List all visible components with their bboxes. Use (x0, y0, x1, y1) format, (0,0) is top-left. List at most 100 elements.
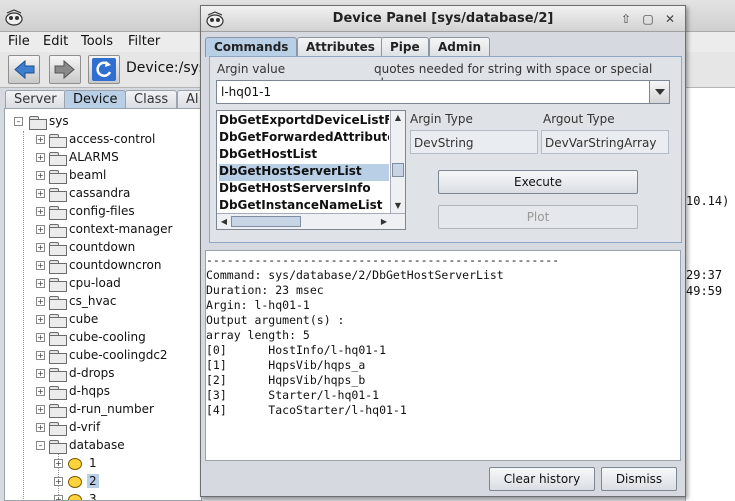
tree-node[interactable]: + context-manager (5, 221, 201, 239)
command-list[interactable]: DbGetExportdDeviceListFor DbGetForwarded… (216, 110, 406, 230)
folder-icon (49, 404, 67, 418)
argin-value-input[interactable]: l-hq01-1 (221, 85, 271, 99)
folder-icon (49, 242, 67, 256)
expand-icon[interactable]: + (36, 279, 45, 288)
tree-node[interactable]: + cube (5, 311, 201, 329)
vertical-scrollbar[interactable]: ▲ ▼ (390, 111, 405, 214)
tree-node[interactable]: + cube-cooling (5, 329, 201, 347)
expand-icon[interactable]: + (36, 369, 45, 378)
argin-value-combo[interactable]: l-hq01-1 (216, 80, 670, 104)
minimize-icon[interactable]: ⇧ (618, 11, 634, 27)
tree-device-node[interactable]: +3 (5, 491, 201, 500)
close-icon[interactable]: ✕ (662, 11, 678, 27)
expand-icon[interactable]: + (36, 189, 45, 198)
clear-history-button[interactable]: Clear history (489, 467, 595, 491)
argout-type-field: DevVarStringArray (541, 130, 669, 154)
expand-icon[interactable]: + (36, 153, 45, 162)
horizontal-scrollbar[interactable]: ◀ ▶ (217, 213, 405, 229)
forward-button[interactable] (49, 55, 81, 84)
expand-icon[interactable]: + (36, 261, 45, 270)
maximize-icon[interactable]: ▢ (640, 11, 656, 27)
folder-icon (49, 350, 67, 364)
collapse-icon[interactable]: – (36, 441, 45, 450)
tree-node[interactable]: + cassandra (5, 185, 201, 203)
expand-icon[interactable]: + (36, 315, 45, 324)
tab-class[interactable]: Class (125, 90, 178, 108)
list-item[interactable]: DbGetExportdDeviceListFor (219, 113, 389, 130)
execute-button[interactable]: Execute (438, 170, 638, 194)
list-item-selected[interactable]: DbGetHostServerList (219, 164, 389, 181)
output-separator: ----------------------------------------… (206, 253, 560, 267)
output-line: [4] TacoStarter/l-hq01-1 (206, 403, 407, 417)
plot-button[interactable]: Plot (438, 205, 638, 229)
expand-icon[interactable]: + (36, 243, 45, 252)
expand-icon[interactable]: + (54, 495, 63, 500)
expand-icon[interactable]: + (36, 387, 45, 396)
tree-device-node[interactable]: +2 (5, 473, 201, 491)
tree-node-sys[interactable]: – sys (5, 113, 201, 131)
tree-node[interactable]: + beaml (5, 167, 201, 185)
folder-icon (49, 440, 67, 454)
scroll-left-icon[interactable]: ◀ (217, 215, 231, 229)
tree-node[interactable]: + config-files (5, 203, 201, 221)
tree-node[interactable]: + d-vrif (5, 419, 201, 437)
tree-node[interactable]: + cube-coolingdc2 (5, 347, 201, 365)
tree-node[interactable]: + countdowncron (5, 257, 201, 275)
expand-icon[interactable]: + (54, 459, 63, 468)
expand-icon[interactable]: + (36, 135, 45, 144)
refresh-button[interactable] (88, 55, 120, 84)
collapse-icon[interactable]: – (14, 117, 23, 126)
device-path-label: Device:/sys, (126, 60, 211, 76)
expand-icon[interactable]: + (36, 405, 45, 414)
info-text: 29:37 (686, 268, 723, 282)
list-item[interactable]: DbGetHostList (219, 147, 389, 164)
expand-icon[interactable]: + (36, 351, 45, 360)
folder-icon (49, 422, 67, 436)
dialog-title-bar[interactable]: Device Panel [sys/database/2] ⇧ ▢ ✕ (201, 6, 685, 32)
list-item[interactable]: DbGetHostServersInfo (219, 181, 389, 198)
tab-admin[interactable]: Admin (429, 37, 491, 57)
tab-pipe[interactable]: Pipe (381, 37, 429, 57)
output-line: Duration: 23 msec (206, 283, 324, 297)
tree-device-node[interactable]: +1 (5, 455, 201, 473)
tree-node[interactable]: + countdown (5, 239, 201, 257)
output-line: [0] HostInfo/l-hq01-1 (206, 343, 387, 357)
tab-attributes[interactable]: Attributes (297, 37, 384, 57)
back-button[interactable] (8, 55, 40, 84)
menu-filter[interactable]: Filter (128, 34, 160, 49)
dropdown-arrow-icon[interactable] (649, 81, 669, 103)
tree-node[interactable]: + cs_hvac (5, 293, 201, 311)
menu-tools[interactable]: Tools (81, 34, 113, 49)
tree-node[interactable]: + d-drops (5, 365, 201, 383)
scroll-up-icon[interactable]: ▲ (391, 111, 405, 125)
expand-icon[interactable]: + (36, 297, 45, 306)
tree-node[interactable]: + d-run_number (5, 401, 201, 419)
expand-icon[interactable]: + (36, 423, 45, 432)
expand-icon[interactable]: + (54, 477, 63, 486)
scroll-thumb[interactable] (392, 163, 404, 177)
tab-commands[interactable]: Commands (205, 37, 298, 57)
tree-node-database[interactable]: – database (5, 437, 201, 455)
expand-icon[interactable]: + (36, 171, 45, 180)
tree-node[interactable]: + access-control (5, 131, 201, 149)
menu-edit[interactable]: Edit (43, 34, 68, 49)
tree-node[interactable]: + cpu-load (5, 275, 201, 293)
output-line: [3] Starter/l-hq01-1 (206, 388, 380, 402)
tree-node[interactable]: + d-hqps (5, 383, 201, 401)
tree-node[interactable]: + ALARMS (5, 149, 201, 167)
folder-icon (49, 188, 67, 202)
expand-icon[interactable]: + (36, 225, 45, 234)
output-line: Output argument(s) : (206, 313, 345, 327)
expand-icon[interactable]: + (36, 333, 45, 342)
folder-icon (49, 206, 67, 220)
dismiss-button[interactable]: Dismiss (601, 467, 677, 491)
list-item[interactable]: DbGetForwardedAttributeLi (219, 130, 389, 147)
menu-file[interactable]: File (8, 34, 30, 49)
scroll-thumb[interactable] (231, 216, 301, 227)
tab-device[interactable]: Device (64, 90, 127, 108)
expand-icon[interactable]: + (36, 207, 45, 216)
scroll-right-icon[interactable]: ▶ (377, 215, 391, 229)
tab-server[interactable]: Server (5, 90, 66, 108)
output-area[interactable]: ----------------------------------------… (205, 250, 681, 461)
scroll-down-icon[interactable]: ▼ (391, 199, 405, 213)
